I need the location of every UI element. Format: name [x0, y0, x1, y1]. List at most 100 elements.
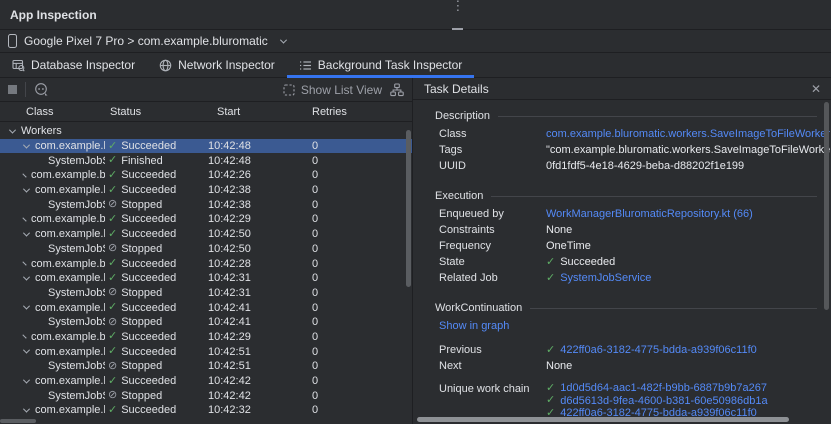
table-vertical-scrollbar[interactable] — [406, 130, 411, 287]
stopped-icon: ⊘ — [108, 390, 117, 401]
task-status: Succeeded — [121, 184, 176, 196]
details-value-link[interactable]: WorkManagerBluromaticRepository.kt (66) — [546, 208, 753, 220]
table-horizontal-scrollbar[interactable] — [0, 419, 36, 423]
column-header-start[interactable]: Start — [208, 106, 310, 118]
close-icon[interactable]: ✕ — [811, 83, 821, 95]
class-cell: com.example.blu — [0, 374, 105, 389]
task-start-time: 10:42:29 — [208, 330, 310, 345]
task-row[interactable]: SystemJobSe✓Finished10:42:480 — [0, 153, 412, 168]
task-row[interactable]: com.example.blu✓Succeeded10:42:410 — [0, 300, 412, 315]
show-list-view-button[interactable]: Show List View — [283, 83, 382, 97]
details-values: None — [546, 360, 817, 373]
task-class-name: com.example.blu — [35, 272, 105, 284]
task-row[interactable]: com.example.blu✓Succeeded10:42:280 — [0, 256, 412, 271]
expand-down-icon[interactable] — [9, 126, 16, 133]
expand-right-icon[interactable] — [22, 173, 26, 177]
status-cell: ✓Succeeded — [105, 212, 208, 227]
details-value-link[interactable]: 1d0d5d64-aac1-482f-b9bb-6887b9b7a267 — [560, 382, 767, 394]
tab-database-inspector[interactable]: Database Inspector — [0, 53, 147, 77]
expand-down-icon[interactable] — [23, 303, 30, 310]
details-row: Tags"com.example.bluromatic.workers.Save… — [435, 142, 817, 158]
expand-down-icon[interactable] — [23, 273, 30, 280]
task-class-name: com.example.blu — [35, 302, 105, 314]
task-row[interactable]: com.example.blu✓Succeeded10:42:290 — [0, 330, 412, 345]
task-row[interactable]: com.example.blu✓Succeeded10:42:480 — [0, 139, 412, 154]
task-row[interactable]: SystemJobSe⊘Stopped10:42:380 — [0, 197, 412, 212]
task-row[interactable]: com.example.blu✓Succeeded10:42:420 — [0, 374, 412, 389]
details-value: None — [546, 224, 572, 236]
details-values: ✓Succeeded — [546, 256, 817, 269]
tab-network-inspector[interactable]: Network Inspector — [147, 53, 287, 77]
task-row[interactable]: com.example.blu✓Succeeded10:42:510 — [0, 344, 412, 359]
column-header-class[interactable]: Class — [0, 106, 105, 118]
task-row[interactable]: SystemJobSe⊘Stopped10:42:500 — [0, 242, 412, 257]
task-row[interactable]: com.example.blu✓Succeeded10:42:500 — [0, 227, 412, 242]
expand-down-icon[interactable] — [23, 347, 30, 354]
task-row[interactable]: SystemJobSe⊘Stopped10:42:310 — [0, 286, 412, 301]
expand-down-icon[interactable] — [23, 229, 30, 236]
details-row: ConstraintsNone — [435, 222, 817, 238]
task-class-name: com.example.blu — [35, 184, 105, 196]
minimize-icon[interactable] — [452, 28, 463, 30]
details-value-link[interactable]: d6d5613d-9fea-4600-b381-60e50986db1a — [560, 395, 767, 407]
task-details-panel: Task Details ✕ DescriptionClasscom.examp… — [413, 78, 831, 424]
details-section: DescriptionClasscom.example.bluromatic.w… — [435, 108, 817, 174]
list-view-icon — [283, 84, 295, 96]
class-cell: SystemJobSe — [0, 242, 105, 257]
details-value-link[interactable]: com.example.bluromatic.workers.SaveImage… — [546, 128, 830, 140]
workers-group-row[interactable]: Workers — [0, 124, 412, 139]
tab-background-task-inspector[interactable]: Background Task Inspector — [287, 53, 475, 77]
details-label: Unique work chain — [439, 382, 546, 395]
task-row[interactable]: com.example.blu✓Succeeded10:42:380 — [0, 183, 412, 198]
details-row: Enqueued byWorkManagerBluromaticReposito… — [435, 206, 817, 222]
graph-view-icon[interactable] — [390, 83, 404, 97]
task-row[interactable]: com.example.blu✓Succeeded10:42:310 — [0, 271, 412, 286]
task-retries: 0 — [310, 300, 412, 315]
task-retries: 0 — [310, 374, 412, 389]
expand-down-icon[interactable] — [23, 141, 30, 148]
success-check-icon: ✓ — [108, 376, 117, 387]
details-value-link[interactable]: SystemJobService — [560, 272, 651, 284]
success-check-icon: ✓ — [108, 185, 117, 196]
expand-down-icon[interactable] — [23, 185, 30, 192]
task-row[interactable]: com.example.blu✓Succeeded10:42:320 — [0, 403, 412, 418]
expand-down-icon[interactable] — [23, 405, 30, 412]
details-value-line: None — [546, 224, 817, 237]
status-cell: ✓Succeeded — [105, 344, 208, 359]
task-retries: 0 — [310, 271, 412, 286]
task-retries: 0 — [310, 197, 412, 212]
process-selector-bar[interactable]: Google Pixel 7 Pro > com.example.bluroma… — [0, 30, 831, 53]
details-horizontal-scrollbar[interactable] — [417, 417, 789, 422]
class-cell: com.example.blu — [0, 168, 105, 183]
details-row: Related Job✓SystemJobService — [435, 270, 817, 286]
column-header-status[interactable]: Status — [105, 106, 208, 118]
task-row[interactable]: SystemJobSe⊘Stopped10:42:410 — [0, 315, 412, 330]
show-in-graph-link[interactable]: Show in graph — [435, 318, 817, 334]
class-cell: com.example.blu — [0, 403, 105, 418]
all-tags-filter-icon[interactable] — [34, 82, 49, 97]
details-label: Frequency — [439, 240, 546, 252]
expand-right-icon[interactable] — [22, 261, 26, 265]
success-check-icon: ✓ — [108, 258, 117, 269]
status-cell: ✓Succeeded — [105, 168, 208, 183]
expand-right-icon[interactable] — [22, 217, 26, 221]
expand-right-icon[interactable] — [22, 335, 26, 339]
class-cell: SystemJobSe — [0, 359, 105, 374]
details-vertical-scrollbar[interactable] — [824, 102, 829, 310]
details-row: UUID0fd1fdf5-4e18-4629-beba-d88202f1e199 — [435, 158, 817, 174]
success-check-icon: ✓ — [108, 273, 117, 284]
task-row[interactable]: SystemJobSe⊘Stopped10:42:510 — [0, 359, 412, 374]
class-cell: SystemJobSe — [0, 153, 105, 168]
task-row[interactable]: SystemJobSe⊘Stopped10:42:420 — [0, 388, 412, 403]
task-row[interactable]: com.example.blu✓Succeeded10:42:290 — [0, 212, 412, 227]
options-kebab-icon[interactable]: ⋮ — [451, 0, 464, 12]
stop-inspector-icon[interactable] — [8, 85, 17, 94]
phone-icon — [8, 34, 17, 48]
details-value-link[interactable]: 422ff0a6-3182-4775-bdda-a939f06c11f0 — [560, 344, 757, 356]
details-values: ✓422ff0a6-3182-4775-bdda-a939f06c11f0 — [546, 344, 817, 357]
expand-down-icon[interactable] — [23, 376, 30, 383]
success-check-icon: ✓ — [546, 395, 555, 406]
task-class-name: SystemJobSe — [48, 155, 105, 167]
task-row[interactable]: com.example.blu✓Succeeded10:42:260 — [0, 168, 412, 183]
column-header-retries[interactable]: Retries — [310, 106, 412, 118]
